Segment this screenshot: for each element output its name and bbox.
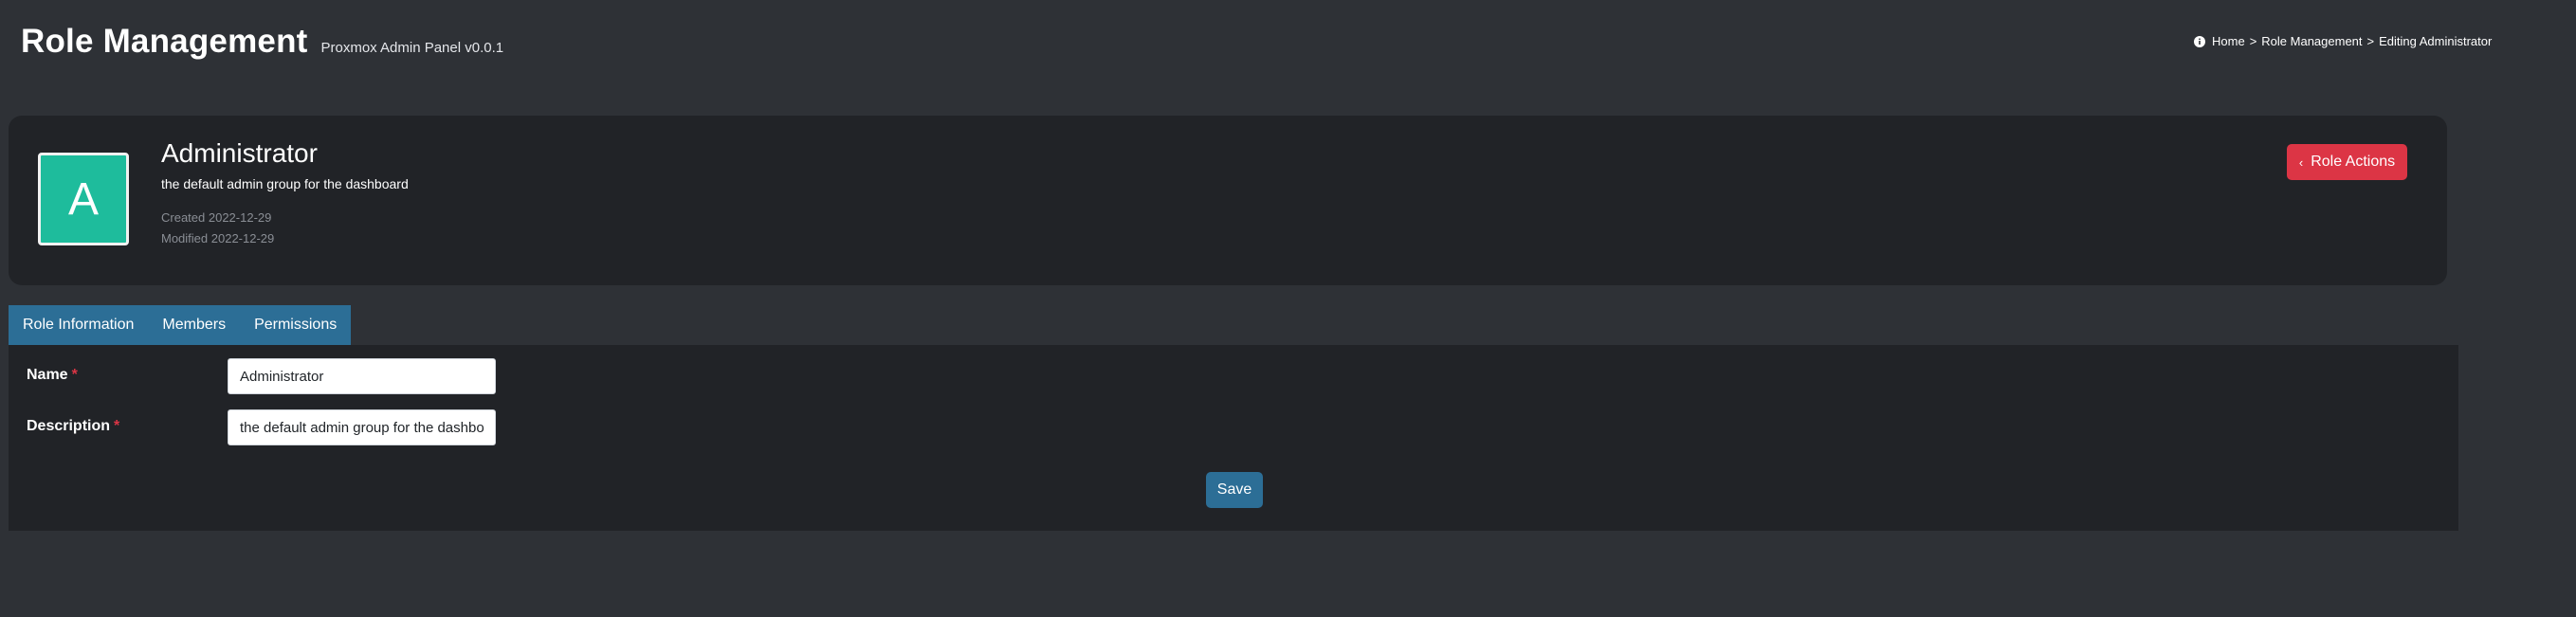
breadcrumb-current: Editing Administrator	[2379, 34, 2493, 48]
tab-permissions[interactable]: Permissions	[240, 305, 351, 345]
tab-role-information[interactable]: Role Information	[9, 305, 148, 345]
role-profile-card: A Administrator the default admin group …	[9, 116, 2447, 285]
name-label-text: Name	[27, 367, 68, 383]
page-title: Role Management	[21, 23, 308, 60]
breadcrumb-role-management[interactable]: Role Management	[2261, 34, 2362, 48]
name-label: Name *	[27, 367, 78, 384]
description-label-text: Description	[27, 418, 111, 434]
info-icon	[2194, 35, 2205, 47]
chevron-left-icon: ‹	[2298, 154, 2304, 170]
app-version: Proxmox Admin Panel v0.0.1	[320, 40, 504, 56]
description-field[interactable]	[228, 409, 496, 445]
required-marker: *	[71, 367, 78, 383]
breadcrumb-separator: >	[2366, 34, 2375, 48]
tab-bar: Role Information Members Permissions	[9, 305, 352, 345]
breadcrumb-separator: >	[2249, 34, 2257, 48]
role-actions-button[interactable]: ‹ Role Actions	[2287, 144, 2407, 180]
breadcrumb-home[interactable]: Home	[2212, 34, 2245, 48]
role-actions-label: Role Actions	[2311, 154, 2396, 170]
tab-members[interactable]: Members	[148, 305, 240, 345]
required-marker: *	[114, 418, 120, 434]
avatar: A	[38, 153, 129, 245]
role-information-panel: Name* Description* Save	[9, 345, 2458, 531]
role-name: Administrator	[161, 138, 318, 168]
name-field[interactable]	[228, 358, 496, 394]
role-description: the default admin group for the dashboar…	[161, 176, 409, 191]
modified-date: Modified 2022-12-29	[161, 231, 275, 245]
description-label: Description *	[27, 418, 119, 435]
page-header: Role Management Proxmox Admin Panel v0.0…	[21, 23, 503, 61]
save-button[interactable]: Save	[1206, 472, 1263, 508]
breadcrumb: Home > Role Management > Editing Adminis…	[2194, 34, 2492, 48]
created-date: Created 2022-12-29	[161, 210, 272, 225]
